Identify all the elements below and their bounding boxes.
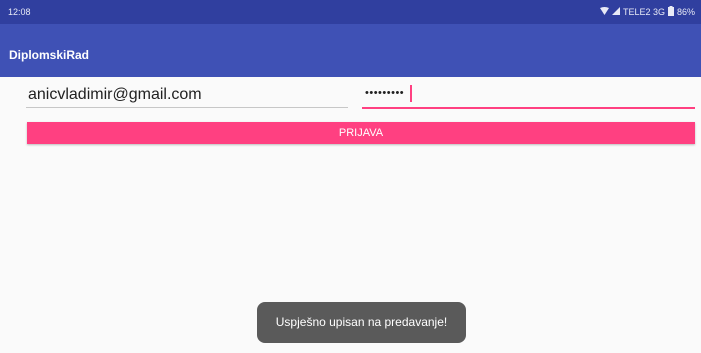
app-title: DiplomskiRad	[9, 48, 90, 62]
status-bar: 12:08 TELE2 3G 86%	[0, 0, 701, 24]
toast-message: Uspješno upisan na predavanje!	[257, 302, 466, 343]
battery-percent: 86%	[676, 7, 695, 17]
email-field[interactable]: anicvladimir@gmail.com	[26, 81, 348, 108]
carrier-label: TELE2 3G	[622, 7, 665, 17]
status-icons: TELE2 3G 86%	[599, 6, 695, 18]
password-field[interactable]: •••••••••	[362, 81, 695, 109]
app-bar: DiplomskiRad	[0, 24, 701, 77]
email-value: anicvladimir@gmail.com	[28, 86, 202, 103]
text-cursor	[410, 85, 412, 102]
battery-icon	[667, 6, 674, 18]
password-value: •••••••••	[365, 87, 405, 99]
login-button[interactable]: PRIJAVA	[27, 122, 695, 144]
signal-icon	[611, 7, 620, 17]
wifi-icon	[599, 7, 609, 17]
status-time: 12:08	[8, 7, 31, 17]
